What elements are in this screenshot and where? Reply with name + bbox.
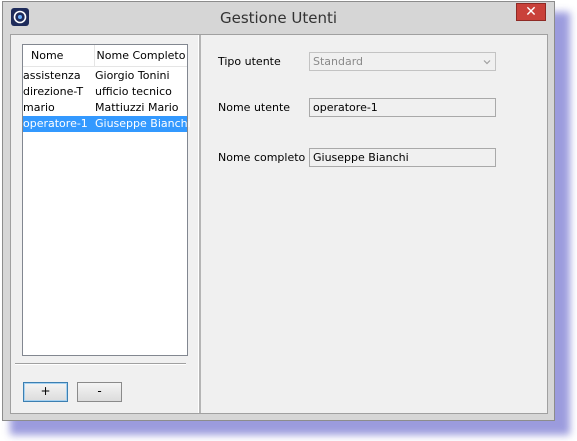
- remove-user-button[interactable]: -: [77, 382, 122, 402]
- username-label: Nome utente: [218, 101, 291, 114]
- username-field[interactable]: operatore-1: [309, 98, 496, 117]
- add-user-button[interactable]: +: [23, 382, 68, 402]
- list-item[interactable]: mario Mattiuzzi Mario: [23, 100, 187, 116]
- user-list[interactable]: Nome Nome Completo assistenza Giorgio To…: [22, 44, 191, 356]
- divider: [15, 363, 186, 365]
- user-type-value: Standard: [313, 55, 364, 68]
- user-name: assistenza: [23, 69, 81, 82]
- list-item[interactable]: direzione-T ufficio tecnico: [23, 84, 187, 100]
- fullname-label: Nome completo: [218, 151, 306, 164]
- user-full-name: Mattiuzzi Mario: [95, 101, 179, 114]
- close-icon: ✕: [525, 4, 537, 20]
- user-full-name: ufficio tecnico: [95, 85, 172, 98]
- user-full-name: Giorgio Tonini: [95, 69, 170, 82]
- client-area: Nome Nome Completo assistenza Giorgio To…: [10, 34, 548, 414]
- user-list-rows: assistenza Giorgio Tonini direzione-T uf…: [23, 68, 191, 132]
- user-name: operatore-1: [23, 117, 88, 130]
- user-list-header: Nome Nome Completo: [23, 45, 187, 67]
- close-button[interactable]: ✕: [516, 3, 546, 21]
- list-item[interactable]: assistenza Giorgio Tonini: [23, 68, 187, 84]
- user-type-select[interactable]: Standard: [309, 52, 496, 71]
- user-type-label: Tipo utente: [218, 55, 281, 68]
- user-management-window: Gestione Utenti ✕ Nome Nome Completo ass…: [2, 1, 555, 421]
- column-header-nome[interactable]: Nome: [23, 45, 95, 66]
- user-name: direzione-T: [23, 85, 84, 98]
- user-list-pane: Nome Nome Completo assistenza Giorgio To…: [11, 35, 198, 413]
- window-title: Gestione Utenti: [219, 9, 338, 27]
- chevron-down-icon: [483, 60, 491, 65]
- user-details-pane: Tipo utente Standard Nome utente operato…: [201, 35, 547, 413]
- user-name: mario: [23, 101, 55, 114]
- fullname-field[interactable]: Giuseppe Bianchi: [309, 148, 496, 167]
- title-bar[interactable]: Gestione Utenti ✕: [3, 2, 554, 34]
- user-full-name: Giuseppe Bianchi: [95, 117, 191, 130]
- list-item-selected[interactable]: operatore-1 Giuseppe Bianchi: [23, 116, 191, 132]
- column-header-nome-completo[interactable]: Nome Completo: [95, 45, 187, 66]
